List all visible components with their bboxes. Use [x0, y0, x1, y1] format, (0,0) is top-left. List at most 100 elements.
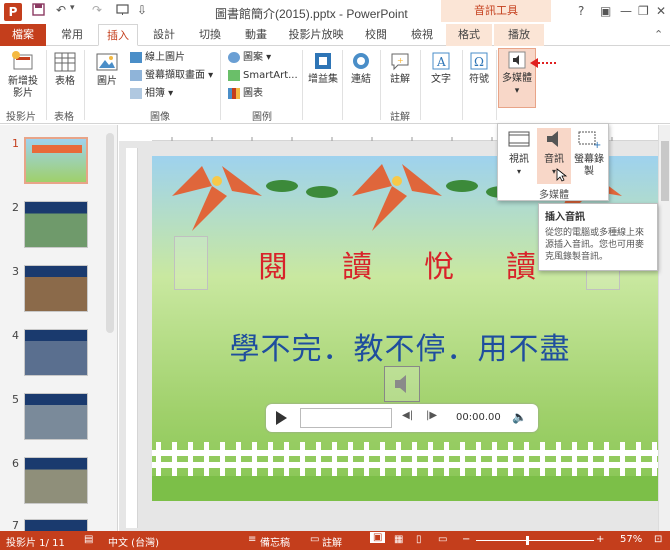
chart-button[interactable]: 圖表	[228, 86, 263, 102]
fence-decoration-icon	[152, 442, 658, 501]
restore-button[interactable]: ❐	[638, 4, 649, 18]
links-button[interactable]: 連結	[346, 50, 376, 86]
album-button[interactable]: 相簿 ▾	[130, 86, 173, 102]
zoom-out-icon[interactable]: −	[462, 534, 470, 545]
slide-thumbnail-2[interactable]	[24, 201, 88, 248]
slide-count-status: 投影片 1/ 11	[6, 538, 65, 549]
comment-label: 註解	[390, 74, 410, 85]
tab-playback[interactable]: 播放	[494, 24, 544, 46]
play-icon[interactable]	[274, 410, 288, 426]
title-bar: P ↶ ▾ ↷ ⇩ 圖書館簡介(2015).pptx - PowerPoint …	[0, 0, 670, 24]
shapes-button[interactable]: 圖案 ▾	[228, 50, 271, 66]
minimize-button[interactable]: —	[620, 4, 632, 18]
slide-subtitle[interactable]: 學不完．教不停．用不盡	[200, 324, 600, 368]
symbols-button[interactable]: Ω 符號	[464, 50, 494, 86]
redo-icon[interactable]: ↷	[92, 3, 102, 17]
zoom-slider-thumb[interactable]	[526, 536, 529, 545]
online-pictures-button[interactable]: 線上圖片	[130, 50, 185, 66]
title-placeholder-box[interactable]	[174, 236, 208, 290]
smartart-button[interactable]: SmartArt...	[228, 68, 298, 84]
new-slide-button[interactable]: 新增投影片	[4, 50, 42, 100]
tab-review[interactable]: 校閱	[356, 24, 396, 46]
comment-button[interactable]: + 註解	[386, 50, 414, 86]
slide-title-char-3: 悅	[424, 250, 454, 285]
media-dropdown-icon: ▾	[514, 86, 520, 96]
slide-thumbnail-3[interactable]	[24, 265, 88, 312]
save-icon[interactable]	[32, 3, 45, 19]
help-button[interactable]: ?	[578, 4, 584, 18]
slide-sorter-icon[interactable]: ▦	[394, 534, 403, 545]
audio-progress-bar[interactable]	[300, 408, 392, 428]
vertical-scrollbar[interactable]	[658, 125, 670, 531]
thumb-flowers	[32, 145, 82, 153]
slide-thumbnail-1[interactable]	[24, 137, 88, 184]
rewind-icon[interactable]: ◀|	[402, 410, 413, 421]
tooltip-title: 插入音訊	[545, 212, 585, 223]
tab-format[interactable]: 格式	[446, 24, 492, 46]
slide-thumbnail-6[interactable]	[24, 457, 88, 504]
text-button[interactable]: A 文字	[426, 50, 456, 86]
tab-transitions[interactable]: 切換	[190, 24, 230, 46]
comments-icon[interactable]: ▭	[310, 534, 319, 545]
slide-number: 6	[12, 457, 19, 470]
video-icon	[508, 131, 530, 147]
undo-dropdown-icon[interactable]: ▾	[70, 3, 75, 13]
fit-to-window-icon[interactable]: ⊡	[654, 534, 662, 545]
zoom-level[interactable]: 57%	[620, 534, 642, 545]
slide-thumbnail-pane: 1 2 3 4 5 6 7	[0, 125, 118, 531]
mouse-cursor-icon	[556, 168, 568, 182]
shapes-icon	[228, 51, 240, 63]
tab-insert[interactable]: 插入	[98, 24, 138, 46]
tab-home[interactable]: 常用	[52, 24, 92, 46]
slide-thumbnail-5[interactable]	[24, 393, 88, 440]
scrollbar-thumb[interactable]	[661, 141, 669, 201]
forward-icon[interactable]: |▶	[426, 410, 437, 421]
media-label: 多媒體	[502, 73, 532, 84]
thumbnail-scrollbar[interactable]	[106, 133, 114, 333]
tab-view[interactable]: 檢視	[402, 24, 442, 46]
normal-view-icon[interactable]: ▣	[370, 532, 386, 543]
group-label-images: 圖像	[150, 112, 170, 123]
picture-button[interactable]: 圖片	[92, 50, 122, 88]
tab-design[interactable]: 設計	[144, 24, 184, 46]
zoom-in-icon[interactable]: +	[596, 534, 604, 545]
group-separator	[380, 50, 381, 120]
vertical-ruler	[126, 148, 138, 528]
slide-thumbnail-7[interactable]	[24, 519, 88, 531]
tab-animations[interactable]: 動畫	[236, 24, 276, 46]
ribbon-display-icon[interactable]: ▣	[600, 4, 611, 18]
undo-icon[interactable]: ↶	[56, 3, 66, 17]
tooltip-body: 從您的電腦或多種線上來源插入音訊。您也可用麥克風錄製音訊。	[545, 228, 645, 262]
addins-label: 增益集	[308, 74, 338, 85]
customize-qat-icon[interactable]: ⇩	[137, 3, 147, 17]
table-button[interactable]: 表格	[50, 50, 80, 88]
screen-recording-button[interactable]: + 螢幕錄製	[572, 128, 606, 184]
group-label-comments: 註解	[390, 112, 410, 123]
screenshot-button[interactable]: 螢幕擷取畫面 ▾	[130, 68, 213, 84]
tab-file[interactable]: 檔案	[0, 24, 46, 46]
group-label-tables: 表格	[54, 112, 74, 123]
slideshow-view-icon[interactable]: ▭	[438, 534, 447, 545]
tab-slideshow[interactable]: 投影片放映	[282, 24, 350, 46]
audio-object-icon[interactable]	[384, 366, 420, 402]
start-slideshow-icon[interactable]	[116, 3, 129, 19]
notes-button[interactable]: 備忘稿	[260, 534, 290, 549]
omega-icon: Ω	[470, 52, 488, 70]
zoom-slider[interactable]	[476, 540, 594, 541]
video-button[interactable]: 視訊 ▾	[502, 128, 536, 184]
album-label: 相簿	[145, 88, 165, 99]
links-label: 連結	[351, 74, 371, 85]
spell-check-icon[interactable]: ▤	[84, 534, 93, 545]
reading-view-icon[interactable]: ▯	[416, 534, 422, 545]
close-button[interactable]: ✕	[656, 4, 666, 18]
collapse-ribbon-icon[interactable]: ⌃	[654, 28, 663, 41]
ribbon: 新增投影片 投影片 表格 表格 圖片 線上圖片 螢幕擷取畫面 ▾ 相簿 ▾ 圖像…	[0, 46, 670, 124]
slide-title-char-1: 閱	[258, 250, 288, 285]
addins-button[interactable]: 增益集	[308, 50, 338, 86]
language-status[interactable]: 中文 (台灣)	[108, 534, 159, 549]
notes-icon[interactable]: ≡	[248, 534, 256, 545]
volume-icon[interactable]: 🔈	[512, 410, 527, 424]
slide-thumbnail-4[interactable]	[24, 329, 88, 376]
comments-button[interactable]: 註解	[322, 534, 342, 549]
slide-title-char-2: 讀	[342, 250, 372, 285]
